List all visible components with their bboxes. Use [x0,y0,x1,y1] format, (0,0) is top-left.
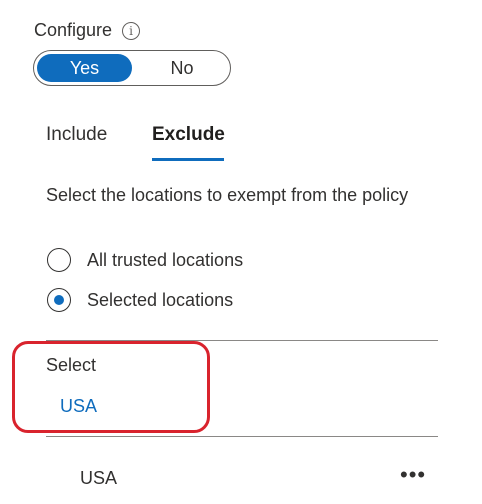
configure-toggle: Yes No [33,50,231,86]
radio-label: Selected locations [87,289,234,310]
location-conditions-panel: Configure i Yes No Include Exclude Selec… [0,0,482,504]
tab-include[interactable]: Include [46,124,107,146]
active-tab-indicator [152,158,224,161]
radio-selected-locations[interactable]: Selected locations [47,288,233,312]
info-icon[interactable]: i [122,21,141,40]
toggle-yes-option[interactable]: Yes [37,54,132,82]
radio-dot [54,295,64,305]
radio-selected-icon[interactable] [47,288,71,312]
configure-label: Configure [34,20,113,40]
radio-unselected-icon[interactable] [47,248,71,272]
annotation-highlight-box [12,341,210,433]
toggle-no-option[interactable]: No [136,54,228,82]
radio-all-trusted-locations[interactable]: All trusted locations [47,248,243,272]
divider [46,436,438,437]
radio-label: All trusted locations [87,249,244,270]
tab-exclude[interactable]: Exclude [152,124,225,146]
configure-row: Configure i [34,20,141,41]
selected-location-item: USA [80,468,118,488]
more-horizontal-icon[interactable]: ••• [400,462,426,488]
exclude-description: Select the locations to exempt from the … [46,185,409,205]
